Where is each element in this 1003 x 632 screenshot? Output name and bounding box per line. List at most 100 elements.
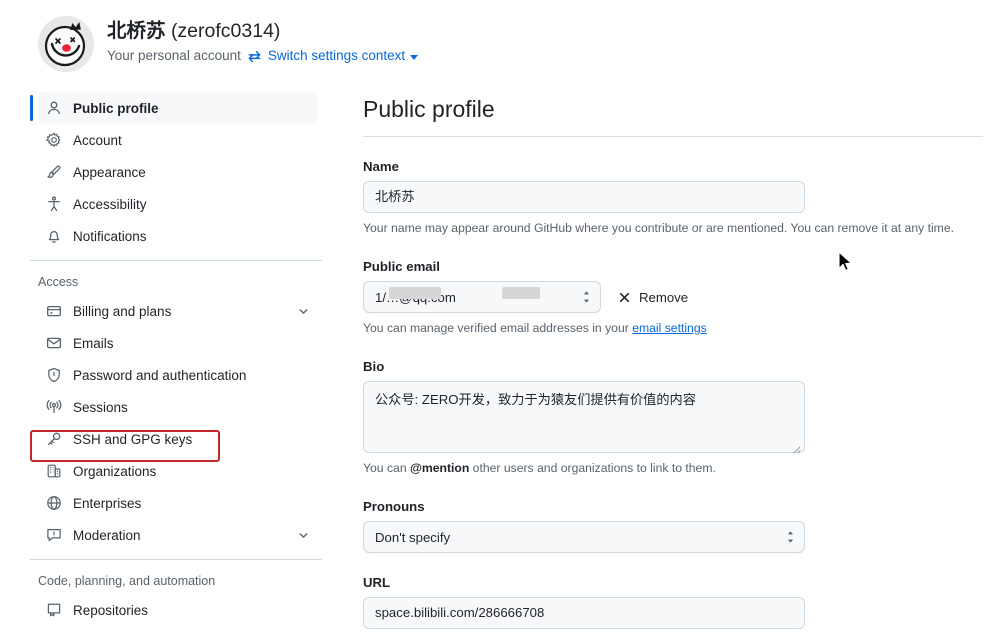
sidebar-item-label: SSH and GPG keys	[73, 431, 193, 447]
remove-label: Remove	[639, 289, 689, 305]
sidebar-item-label: Sessions	[73, 399, 128, 415]
bio-help-suffix: other users and organizations to link to…	[469, 461, 716, 475]
paintbrush-icon	[46, 164, 62, 180]
credit-card-icon	[46, 303, 62, 319]
email-redaction-block-1	[389, 287, 441, 299]
pronouns-select[interactable]: Don't specify	[363, 521, 805, 553]
select-stepper-icon[interactable]	[582, 290, 591, 304]
sidebar-item-account[interactable]: Account	[38, 124, 318, 156]
bio-value: 公众号: ZERO开发，致力于为猿友们提供有价值的内容	[375, 392, 696, 407]
sidebar-item-label: Billing and plans	[73, 303, 172, 319]
sidebar-item-enterprises[interactable]: Enterprises	[38, 487, 318, 519]
bio-help-prefix: You can	[363, 461, 410, 475]
sidebar-item-repositories[interactable]: Repositories	[38, 594, 318, 626]
smiley-crown-avatar-icon	[38, 16, 94, 72]
settings-sidebar: Public profile Account Appearance Access…	[0, 92, 340, 626]
url-label: URL	[363, 575, 391, 590]
email-redaction-block-2	[502, 287, 540, 299]
sidebar-item-label: Account	[73, 132, 122, 148]
bio-textarea[interactable]: 公众号: ZERO开发，致力于为猿友们提供有价值的内容	[363, 381, 805, 454]
sidebar-item-emails[interactable]: Emails	[38, 327, 318, 359]
name-input[interactable]: 北桥苏	[363, 181, 805, 213]
account-header: 北桥苏 (zerofc0314) Your personal account S…	[38, 16, 419, 72]
sidebar-item-billing-and-plans[interactable]: Billing and plans	[38, 295, 318, 327]
mail-icon	[46, 335, 62, 351]
sidebar-item-public-profile[interactable]: Public profile	[30, 92, 318, 124]
bio-help-text: You can @mention other users and organiz…	[363, 459, 983, 477]
public-email-select[interactable]: 1/…@qq.com	[363, 281, 601, 313]
x-icon	[618, 291, 631, 304]
sidebar-item-sessions[interactable]: Sessions	[38, 391, 318, 423]
switch-settings-context-link[interactable]: Switch settings context	[267, 46, 419, 66]
public-email-help-text: You can manage verified email addresses …	[363, 319, 983, 337]
account-display-name: 北桥苏	[107, 20, 166, 42]
sidebar-group-primary: Public profile Account Appearance Access…	[0, 92, 340, 252]
broadcast-icon	[46, 399, 62, 415]
sidebar-item-label: Appearance	[73, 164, 146, 180]
sidebar-divider-1	[30, 260, 322, 261]
sidebar-item-label: Emails	[73, 335, 114, 351]
repo-icon	[46, 602, 62, 618]
pronouns-field-block: Pronouns Don't specify	[363, 499, 983, 553]
bio-field-block: Bio 公众号: ZERO开发，致力于为猿友们提供有价值的内容 You can …	[363, 359, 983, 477]
account-subtitle: Your personal account	[107, 48, 241, 63]
page-title: Public profile	[363, 96, 495, 122]
account-subtitle-row: Your personal account Switch settings co…	[107, 46, 419, 66]
sidebar-item-ssh-and-gpg-keys[interactable]: SSH and GPG keys	[38, 423, 318, 455]
url-input[interactable]: space.bilibili.com/286666708	[363, 597, 805, 629]
name-field-block: Name 北桥苏 Your name may appear around Git…	[363, 159, 983, 237]
account-title: 北桥苏 (zerofc0314)	[107, 18, 418, 44]
sidebar-group-code: Repositories	[0, 594, 340, 626]
sidebar-item-label: Repositories	[73, 602, 149, 618]
bell-icon	[46, 228, 62, 244]
sidebar-item-label: Notifications	[73, 228, 147, 244]
sidebar-item-label: Moderation	[73, 527, 141, 543]
title-divider	[363, 136, 983, 137]
gear-icon	[46, 132, 62, 148]
name-help-text: Your name may appear around GitHub where…	[363, 221, 954, 235]
account-text: 北桥苏 (zerofc0314) Your personal account S…	[107, 16, 419, 66]
settings-page: 北桥苏 (zerofc0314) Your personal account S…	[0, 0, 1003, 632]
sidebar-item-accessibility[interactable]: Accessibility	[38, 188, 318, 220]
pronouns-value: Don't specify	[375, 529, 451, 545]
swap-arrows-icon	[247, 49, 262, 64]
name-input-value: 北桥苏	[375, 189, 415, 204]
remove-public-email-button[interactable]: Remove	[618, 290, 688, 305]
email-settings-link[interactable]: email settings	[632, 321, 707, 335]
bio-help-mention: @mention	[410, 461, 470, 475]
sidebar-item-label: Enterprises	[73, 495, 142, 511]
main-content: Public profile Name 北桥苏 Your name may ap…	[363, 92, 983, 629]
url-input-value: space.bilibili.com/286666708	[375, 605, 545, 620]
organization-icon	[46, 463, 62, 479]
public-email-row: 1/…@qq.com Remove	[363, 281, 983, 313]
account-username: (zerofc0314)	[170, 20, 281, 42]
sidebar-group-access: Billing and plans Emails Password and au…	[0, 295, 340, 551]
key-icon	[46, 431, 62, 447]
bio-label: Bio	[363, 359, 385, 374]
chevron-down-icon[interactable]	[296, 304, 310, 318]
public-email-help-prefix: You can manage verified email addresses …	[363, 321, 633, 335]
sidebar-section-code-title: Code, planning, and automation	[38, 574, 216, 588]
resize-handle[interactable]	[792, 440, 801, 454]
chevron-down-icon[interactable]	[296, 528, 310, 542]
mouse-pointer-icon	[838, 251, 854, 273]
report-icon	[46, 527, 62, 543]
avatar[interactable]	[38, 16, 94, 72]
shield-lock-icon	[46, 367, 62, 383]
select-stepper-icon[interactable]	[786, 530, 795, 544]
sidebar-item-notifications[interactable]: Notifications	[38, 220, 318, 252]
sidebar-item-organizations[interactable]: Organizations	[38, 455, 318, 487]
pronouns-label: Pronouns	[363, 499, 425, 514]
sidebar-item-appearance[interactable]: Appearance	[38, 156, 318, 188]
sidebar-item-label: Password and authentication	[73, 367, 247, 383]
url-field-block: URL space.bilibili.com/286666708	[363, 575, 983, 629]
accessibility-icon	[46, 196, 62, 212]
switch-settings-context-label: Switch settings context	[267, 48, 406, 63]
sidebar-divider-2	[30, 559, 322, 560]
sidebar-item-label: Accessibility	[73, 196, 147, 212]
name-label: Name	[363, 159, 399, 174]
public-email-label: Public email	[363, 259, 440, 274]
globe-icon	[46, 495, 62, 511]
sidebar-item-password-and-authentication[interactable]: Password and authentication	[38, 359, 318, 391]
sidebar-item-moderation[interactable]: Moderation	[38, 519, 318, 551]
